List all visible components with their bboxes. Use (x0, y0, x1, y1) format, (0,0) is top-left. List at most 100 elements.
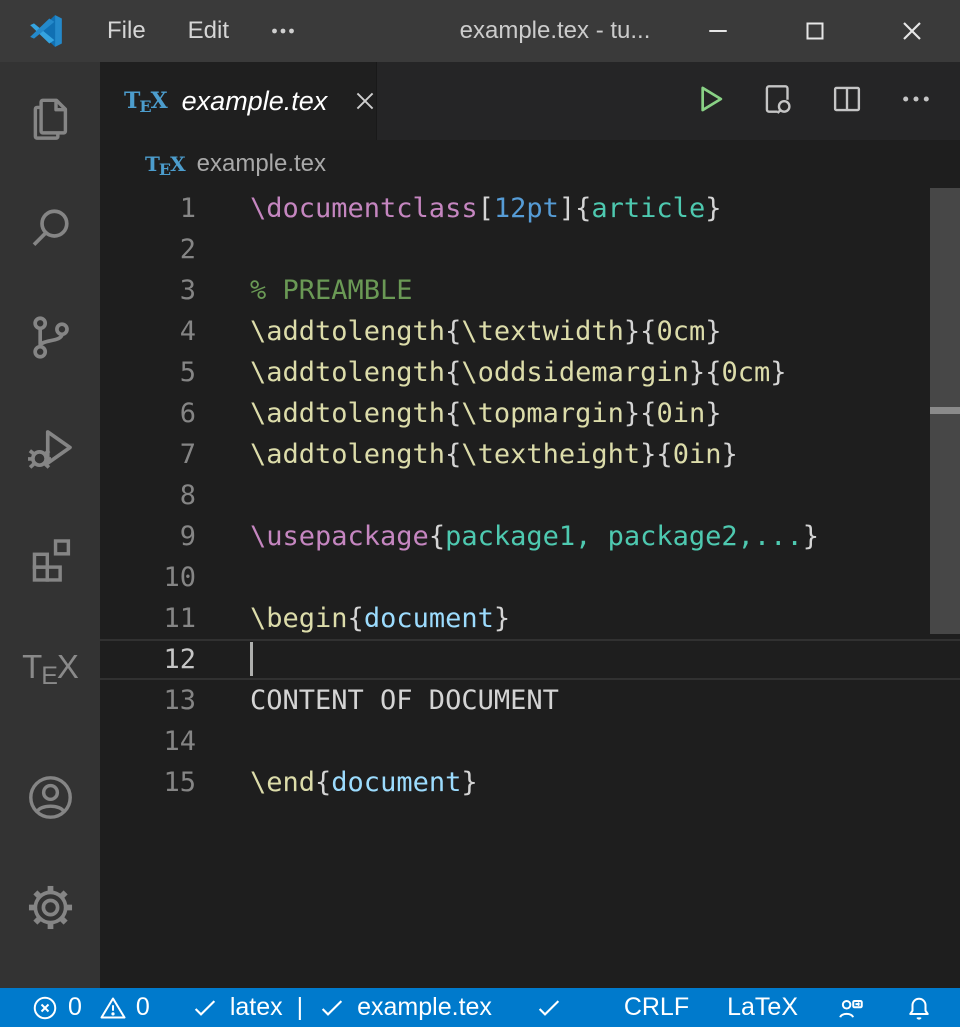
warning-count: 0 (136, 993, 150, 1022)
menu-overflow-icon[interactable] (250, 14, 316, 48)
code-text: \addtolength{\topmargin}{0in} (250, 393, 721, 434)
code-line[interactable]: 5\addtolength{\oddsidemargin}{0cm} (100, 352, 960, 393)
activity-bar: TEX (0, 62, 100, 988)
latex-root-label: latex (230, 993, 283, 1022)
code-line[interactable]: 1 \documentclass[12pt]{article} (100, 188, 960, 229)
code-text: \usepackage{package1, package2,...} (250, 516, 819, 557)
line-number: 15 (100, 762, 196, 803)
overview-cursor-marker (930, 407, 960, 414)
language-mode[interactable]: LaTeX (727, 988, 798, 1027)
sidebar-item-run-debug[interactable] (0, 392, 100, 502)
sidebar-item-source-control[interactable] (0, 282, 100, 392)
code-text: \addtolength{\textwidth}{0cm} (250, 311, 721, 352)
title-bar: File Edit example.tex - tu... (0, 0, 960, 62)
menu-edit[interactable]: Edit (167, 0, 250, 62)
code-line[interactable]: 7 \addtolength{\textheight}{0in} (100, 434, 960, 475)
code-editor[interactable]: 1 \documentclass[12pt]{article} 23 % PREAMB… (100, 188, 960, 988)
sidebar-item-latex-workshop[interactable]: TEX (0, 612, 100, 722)
text-cursor (250, 642, 253, 676)
line-number: 14 (100, 721, 196, 762)
line-number: 9 (100, 516, 196, 557)
search-icon (23, 200, 78, 255)
check-icon (190, 993, 220, 1023)
eol-indicator[interactable]: CRLF (624, 988, 689, 1027)
latex-file-label: example.tex (357, 993, 492, 1022)
more-actions-button[interactable] (897, 80, 935, 123)
extensions-icon (23, 530, 78, 585)
code-line[interactable]: 10 (100, 557, 960, 598)
code-line[interactable]: 9 \usepackage{package1, package2,...} (100, 516, 960, 557)
code-text: \end{document} (250, 762, 478, 803)
view-latex-pdf-button[interactable] (759, 80, 797, 123)
line-number: 8 (100, 475, 196, 516)
latex-workshop-status[interactable]: latex | example.tex (190, 988, 492, 1027)
code-line[interactable]: 13 CONTENT OF DOCUMENT (100, 680, 960, 721)
check-icon (534, 993, 564, 1023)
compile-status[interactable] (534, 988, 564, 1027)
sidebar-item-explorer[interactable] (0, 62, 100, 172)
feedback-button[interactable] (836, 988, 866, 1027)
line-number: 1 (100, 188, 196, 229)
error-count: 0 (68, 993, 82, 1022)
breadcrumb-file[interactable]: example.tex (197, 150, 326, 178)
code-text: \documentclass[12pt]{article} (250, 188, 721, 229)
line-number: 10 (100, 557, 196, 598)
code-text: \addtolength{\oddsidemargin}{0cm} (250, 352, 787, 393)
menu-file[interactable]: File (86, 0, 167, 62)
notifications-button[interactable] (904, 988, 934, 1027)
build-latex-button[interactable] (690, 80, 728, 123)
code-line[interactable]: 4 \addtolength{\textwidth}{0cm} (100, 311, 960, 352)
git-branch-icon (23, 310, 78, 365)
line-number: 2 (100, 229, 196, 270)
tab-example-tex[interactable]: TEX example.tex (100, 62, 377, 140)
warning-icon (98, 993, 128, 1023)
tab-close-icon[interactable] (351, 87, 379, 115)
code-line[interactable]: 2 (100, 229, 960, 270)
line-number: 6 (100, 393, 196, 434)
bell-icon (904, 993, 934, 1023)
code-text: \addtolength{\textheight}{0in} (250, 434, 738, 475)
files-icon (23, 90, 78, 145)
code-text: % PREAMBLE (250, 270, 413, 311)
tex-file-icon: TEX (145, 152, 185, 176)
code-line[interactable]: 14 (100, 721, 960, 762)
vscode-logo-icon (26, 11, 66, 51)
code-line[interactable]: 15 \end{document} (100, 762, 960, 803)
breadcrumb: TEX example.tex (100, 140, 960, 188)
code-line[interactable]: 3 % PREAMBLE (100, 270, 960, 311)
sidebar-item-extensions[interactable] (0, 502, 100, 612)
editor-group: TEX example.tex (100, 62, 960, 988)
status-bar: 0 0 latex | example.tex CRLF LaTeX (0, 988, 960, 1027)
maximize-button[interactable] (766, 0, 863, 62)
separator: | (293, 993, 308, 1022)
split-editor-button[interactable] (828, 80, 866, 123)
line-number: 12 (100, 639, 196, 680)
line-number: 4 (100, 311, 196, 352)
tex-file-icon: TEX (124, 88, 167, 114)
line-number: 11 (100, 598, 196, 639)
code-line[interactable]: 6 \addtolength{\topmargin}{0in} (100, 393, 960, 434)
debug-icon (23, 420, 78, 475)
line-number: 7 (100, 434, 196, 475)
sidebar-item-accounts[interactable] (0, 742, 100, 852)
code-line[interactable]: 12 (100, 639, 960, 680)
problems-errors[interactable]: 0 (30, 988, 82, 1027)
code-line[interactable]: 11\begin{document} (100, 598, 960, 639)
tab-bar: TEX example.tex (100, 62, 960, 140)
line-number: 13 (100, 680, 196, 721)
line-number: 3 (100, 270, 196, 311)
check-icon (317, 993, 347, 1023)
code-text: CONTENT OF DOCUMENT (250, 680, 559, 721)
account-icon (23, 770, 78, 825)
tex-activity-icon: TEX (22, 648, 78, 686)
problems-warnings[interactable]: 0 (98, 988, 150, 1027)
code-line[interactable]: 8 (100, 475, 960, 516)
vertical-scrollbar[interactable] (930, 188, 960, 988)
sidebar-item-settings[interactable] (0, 852, 100, 962)
minimize-button[interactable] (669, 0, 766, 62)
sidebar-item-search[interactable] (0, 172, 100, 282)
gear-icon (23, 880, 78, 935)
tab-label: example.tex (182, 86, 328, 117)
feedback-icon (836, 993, 866, 1023)
close-button[interactable] (863, 0, 960, 62)
